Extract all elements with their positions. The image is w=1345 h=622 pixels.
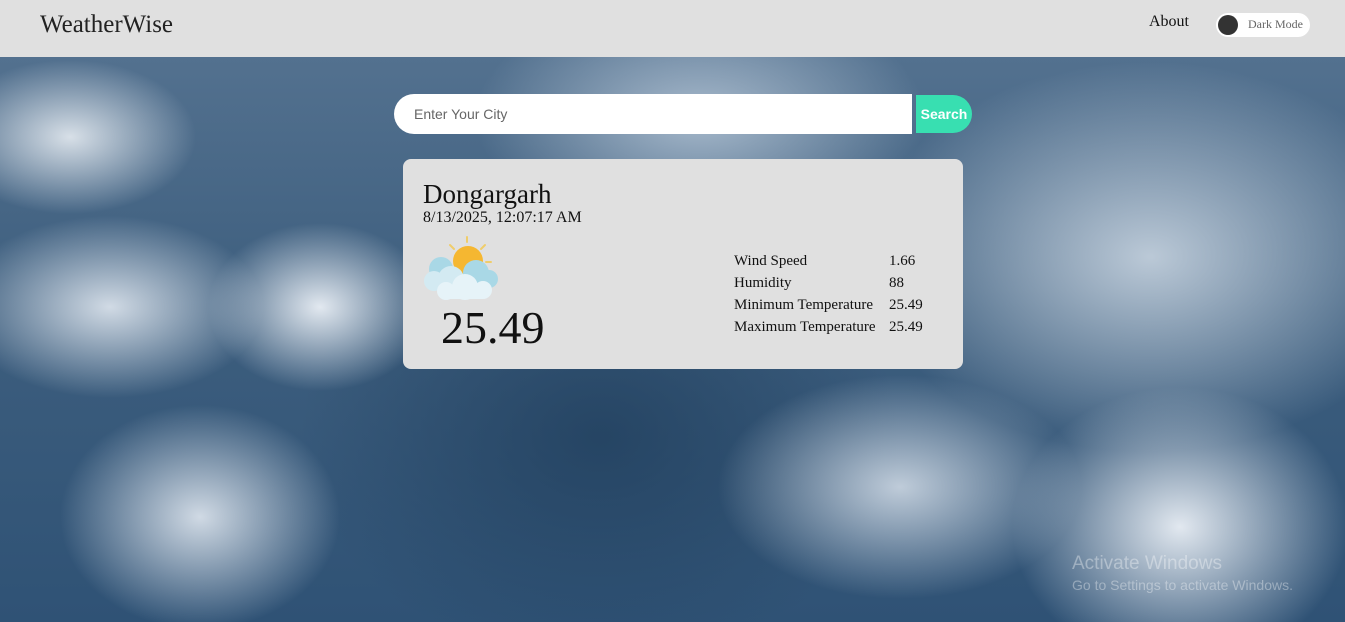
humidity-label: Humidity <box>734 275 792 291</box>
temperature-value: 25.49 <box>441 302 545 353</box>
toggle-knob <box>1218 15 1238 35</box>
dark-mode-label: Dark Mode <box>1248 17 1303 31</box>
max-temp-value: 25.49 <box>889 319 923 335</box>
weather-page: WeatherWise About Dark Mode Search Donga… <box>0 0 1345 622</box>
date-time: 8/13/2025, 12:07:17 AM <box>423 209 582 226</box>
watermark-subtitle: Go to Settings to activate Windows. <box>1072 577 1293 593</box>
weather-stats-table: Wind Speed 1.66 Humidity 88 Minimum Temp… <box>734 250 923 338</box>
watermark-title: Activate Windows <box>1072 553 1222 574</box>
city-name: Dongargarh <box>423 179 552 209</box>
dark-mode-toggle[interactable]: Dark Mode <box>1216 13 1310 37</box>
stat-row-humidity: Humidity 88 <box>734 272 923 294</box>
brand-logo[interactable]: WeatherWise <box>40 11 173 39</box>
min-temp-label: Minimum Temperature <box>734 297 874 313</box>
city-search-input[interactable] <box>394 94 912 134</box>
wind-speed-value: 1.66 <box>889 253 916 269</box>
max-temp-label: Maximum Temperature <box>734 319 876 335</box>
stat-row-max-temp: Maximum Temperature 25.49 <box>734 316 923 338</box>
stat-row-min-temp: Minimum Temperature 25.49 <box>734 294 923 316</box>
humidity-value: 88 <box>889 275 904 291</box>
min-temp-value: 25.49 <box>889 297 923 313</box>
search-button[interactable]: Search <box>916 95 972 133</box>
weather-card: Dongargarh 8/13/2025, 12:07:17 AM 25.49 <box>403 159 963 369</box>
wind-speed-label: Wind Speed <box>734 253 808 269</box>
about-link[interactable]: About <box>1149 13 1189 31</box>
navbar: WeatherWise About Dark Mode <box>0 0 1345 57</box>
activate-windows-watermark: Activate Windows Go to Settings to activ… <box>1072 553 1293 593</box>
stat-row-wind-speed: Wind Speed 1.66 <box>734 250 923 272</box>
partly-cloudy-sun-icon <box>424 236 498 300</box>
